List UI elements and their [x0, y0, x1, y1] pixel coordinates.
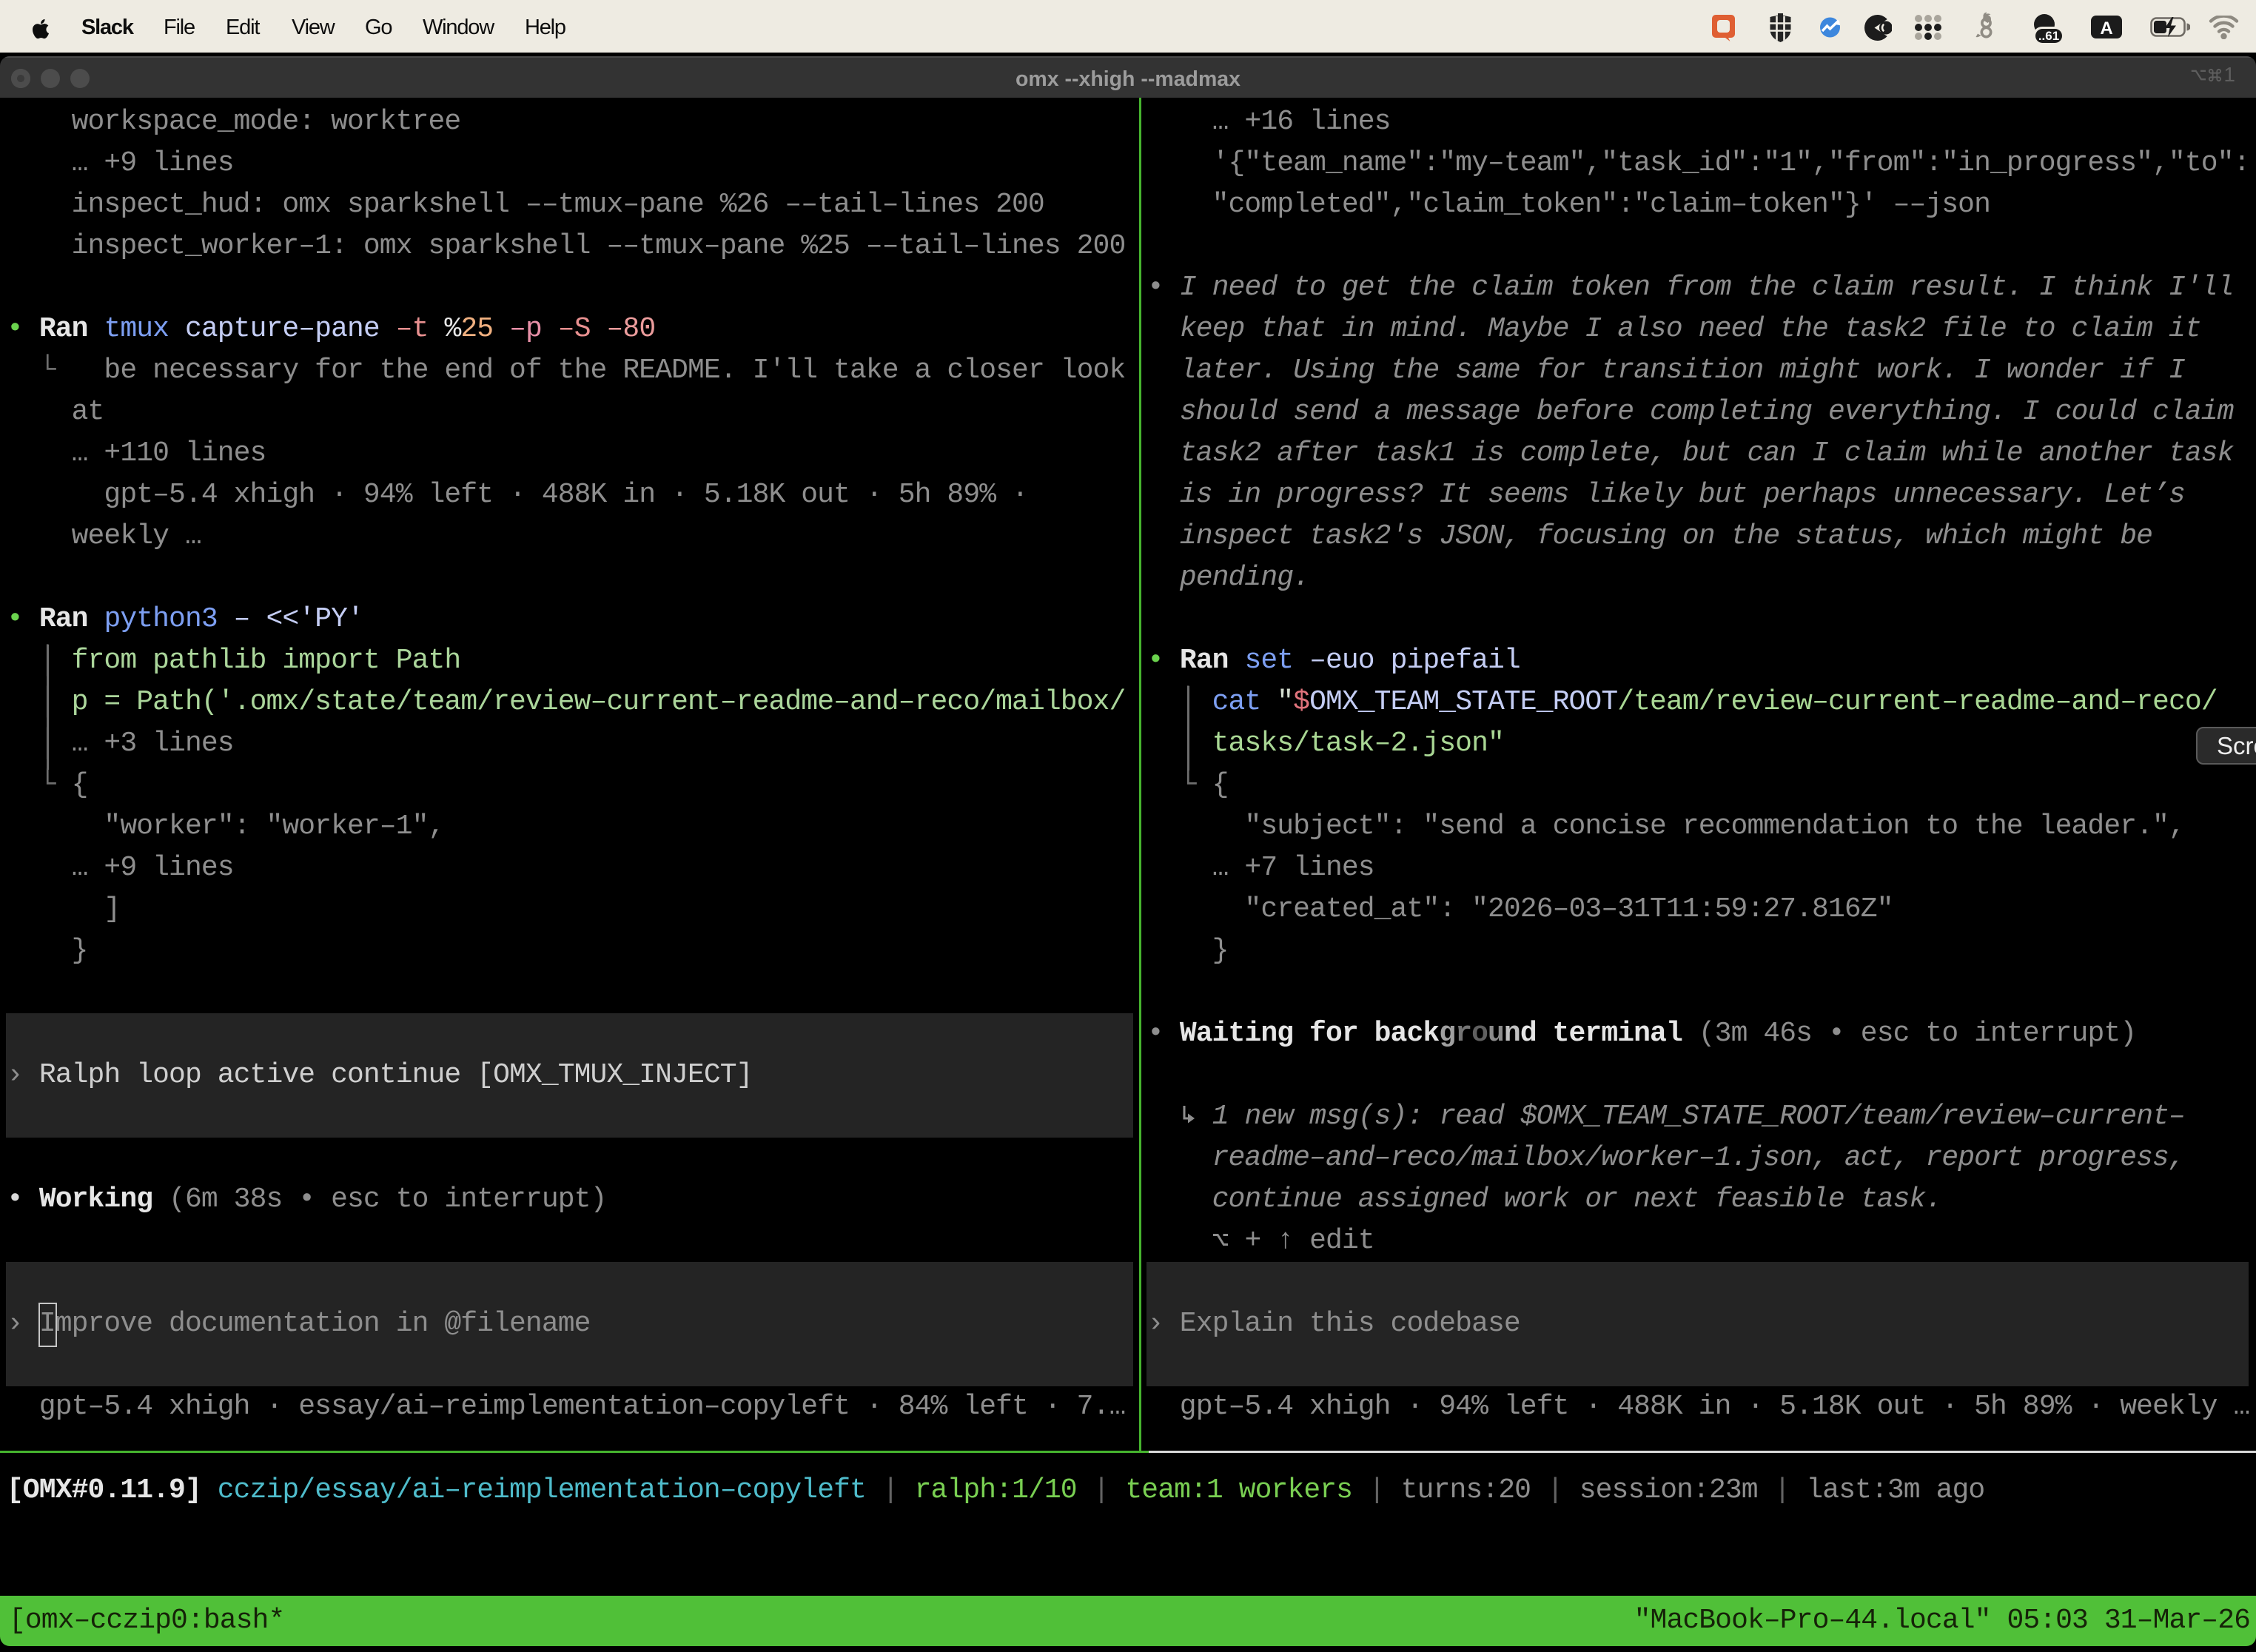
svg-text:..61: ..61	[2038, 29, 2059, 43]
svg-text:A: A	[2100, 19, 2112, 38]
